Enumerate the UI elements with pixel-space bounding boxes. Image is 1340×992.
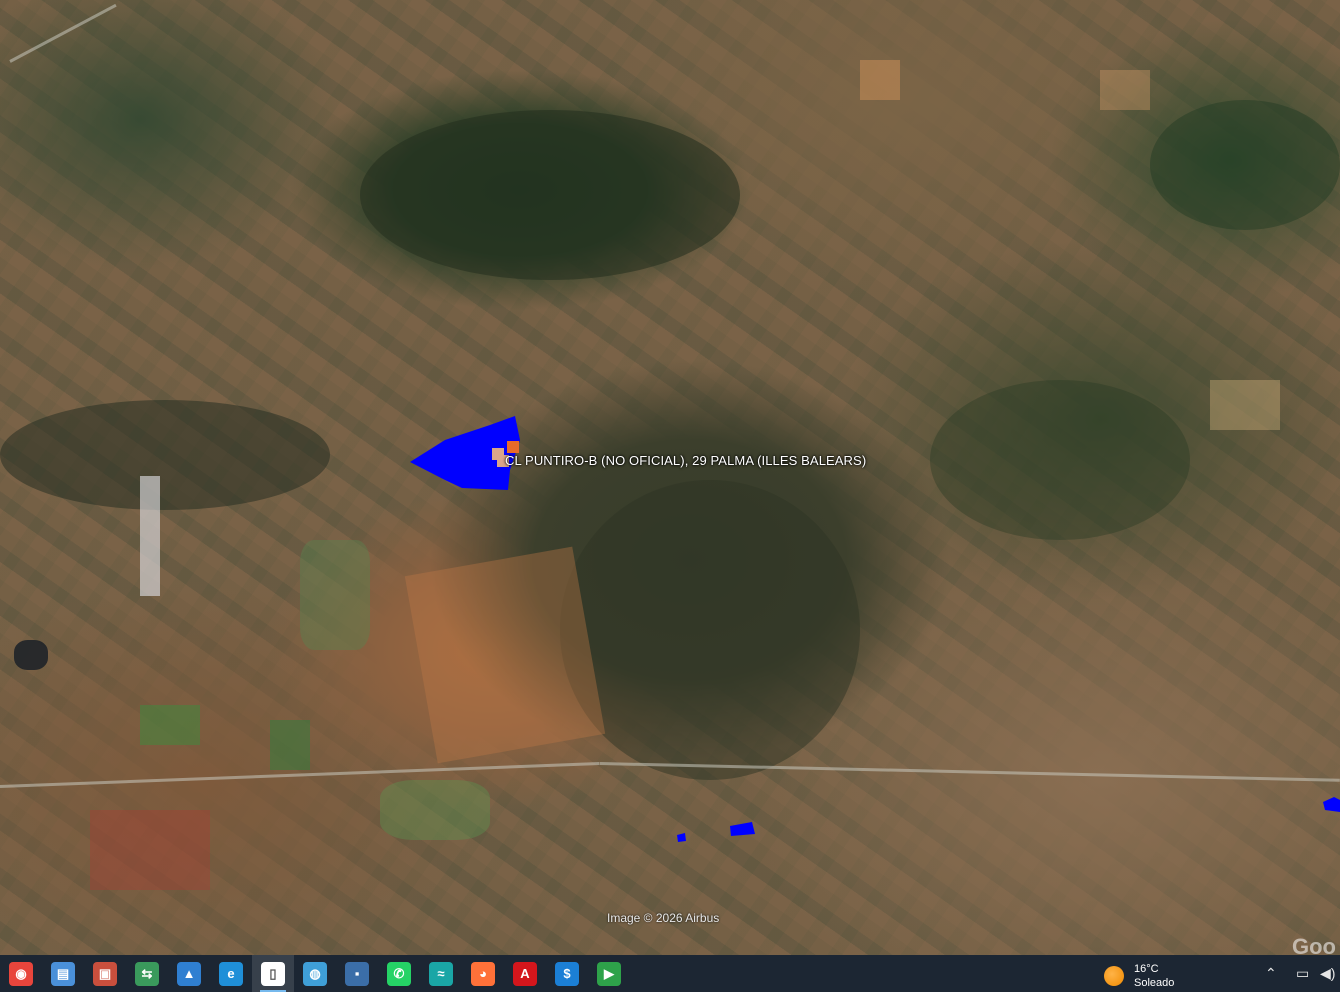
taskbar-app-globe[interactable]: ◍ xyxy=(294,955,336,992)
place-label: CL PUNTIRO-B (NO OFICIAL), 29 PALMA (ILL… xyxy=(505,453,867,468)
taskbar-app-acrobat[interactable]: A xyxy=(504,955,546,992)
imagery-attribution: Image © 2026 Airbus xyxy=(607,911,720,925)
taskbar-app-firefox[interactable]: ◕ xyxy=(462,955,504,992)
taskbar-app-chrome[interactable]: ◉ xyxy=(0,955,42,992)
parcel-small xyxy=(1323,797,1340,812)
edge-icon: e xyxy=(219,961,243,986)
taskbar-app-whatsapp[interactable]: ✆ xyxy=(378,955,420,992)
parcel-overlay[interactable] xyxy=(0,0,1340,955)
swirl-icon: ≈ xyxy=(429,961,453,986)
sun-icon xyxy=(1104,966,1124,986)
taskbar-app-document[interactable]: ▯ xyxy=(252,955,294,992)
location-marker[interactable] xyxy=(507,441,519,453)
screenshot-icon: ▣ xyxy=(93,961,117,986)
floppy-icon: ▪ xyxy=(345,961,369,986)
taskbar-app-media-player[interactable]: ▶ xyxy=(588,955,630,992)
play-icon: ▶ xyxy=(597,961,621,986)
network-icon[interactable]: ▭ xyxy=(1296,965,1309,982)
chevron-up-icon[interactable]: ⌃ xyxy=(1265,965,1277,982)
google-watermark: Goo xyxy=(1292,934,1336,955)
taskbar-app-screenshot[interactable]: ▣ xyxy=(84,955,126,992)
parcel-small xyxy=(730,822,755,836)
globe-icon: ◍ xyxy=(303,961,327,986)
taskbar: ◉ ▤ ▣ ⇆ ▲ e ▯ ◍ ▪ ✆ ≈ ◕ A $ ▶ 16°C Soleado ⌃ ▭ ◀) xyxy=(0,955,1340,992)
taskbar-app-save-disk[interactable]: ▪ xyxy=(336,955,378,992)
taskbar-app-notes[interactable]: ▤ xyxy=(42,955,84,992)
weather-widget[interactable]: 16°C Soleado xyxy=(1104,962,1174,990)
parcel-small xyxy=(677,833,686,842)
taskbar-app-edge[interactable]: e xyxy=(210,955,252,992)
acrobat-icon: A xyxy=(513,961,537,986)
weather-condition: Soleado xyxy=(1134,977,1175,989)
taskbar-app-cleaner[interactable]: ≈ xyxy=(420,955,462,992)
whatsapp-icon: ✆ xyxy=(387,961,411,986)
firefox-icon: ◕ xyxy=(471,961,495,986)
taskbar-app-photos[interactable]: ▲ xyxy=(168,955,210,992)
taskbar-app-network-share[interactable]: ⇆ xyxy=(126,955,168,992)
taskbar-app-dollar-app[interactable]: $ xyxy=(546,955,588,992)
document-icon: ▯ xyxy=(261,961,285,986)
dollar-icon: $ xyxy=(555,961,579,986)
photos-icon: ▲ xyxy=(177,961,201,986)
taskbar-apps: ◉ ▤ ▣ ⇆ ▲ e ▯ ◍ ▪ ✆ ≈ ◕ A $ ▶ xyxy=(0,955,630,992)
chrome-icon: ◉ xyxy=(9,961,33,986)
satellite-map[interactable]: CL PUNTIRO-B (NO OFICIAL), 29 PALMA (ILL… xyxy=(0,0,1340,955)
volume-icon[interactable]: ◀) xyxy=(1320,965,1335,982)
notes-icon: ▤ xyxy=(51,961,75,986)
network-share-icon: ⇆ xyxy=(135,961,159,986)
weather-temp: 16°C xyxy=(1134,963,1159,975)
